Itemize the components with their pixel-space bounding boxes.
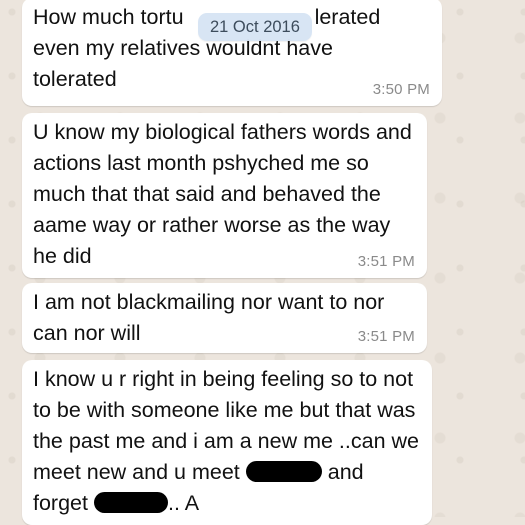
message-bubble[interactable]: I know u r right in being feeling so to …: [22, 360, 432, 525]
message-timestamp: 3:51 PM: [357, 253, 415, 270]
message-text-line: How much tortu: [33, 5, 184, 29]
message-text: U know my biological fathers words and a…: [33, 120, 412, 268]
redaction-mark: [245, 461, 322, 482]
message-bubble[interactable]: I am not blackmailing nor want to nor ca…: [22, 283, 427, 353]
message-timestamp: 3:50 PM: [372, 81, 430, 98]
date-chip: 21 Oct 2016: [198, 13, 312, 41]
message-text-line: lerated: [314, 5, 381, 29]
chat-message-list[interactable]: How much tortu lerated even my relatives …: [0, 0, 525, 525]
redaction-mark: [93, 492, 168, 513]
message-text-line: tolerated: [33, 67, 117, 91]
message-bubble[interactable]: U know my biological fathers words and a…: [22, 113, 427, 278]
message-text-end: .. A: [167, 491, 200, 515]
message-timestamp: 3:51 PM: [357, 328, 415, 345]
message-text: I know u r right in being feeling so to …: [33, 364, 420, 519]
